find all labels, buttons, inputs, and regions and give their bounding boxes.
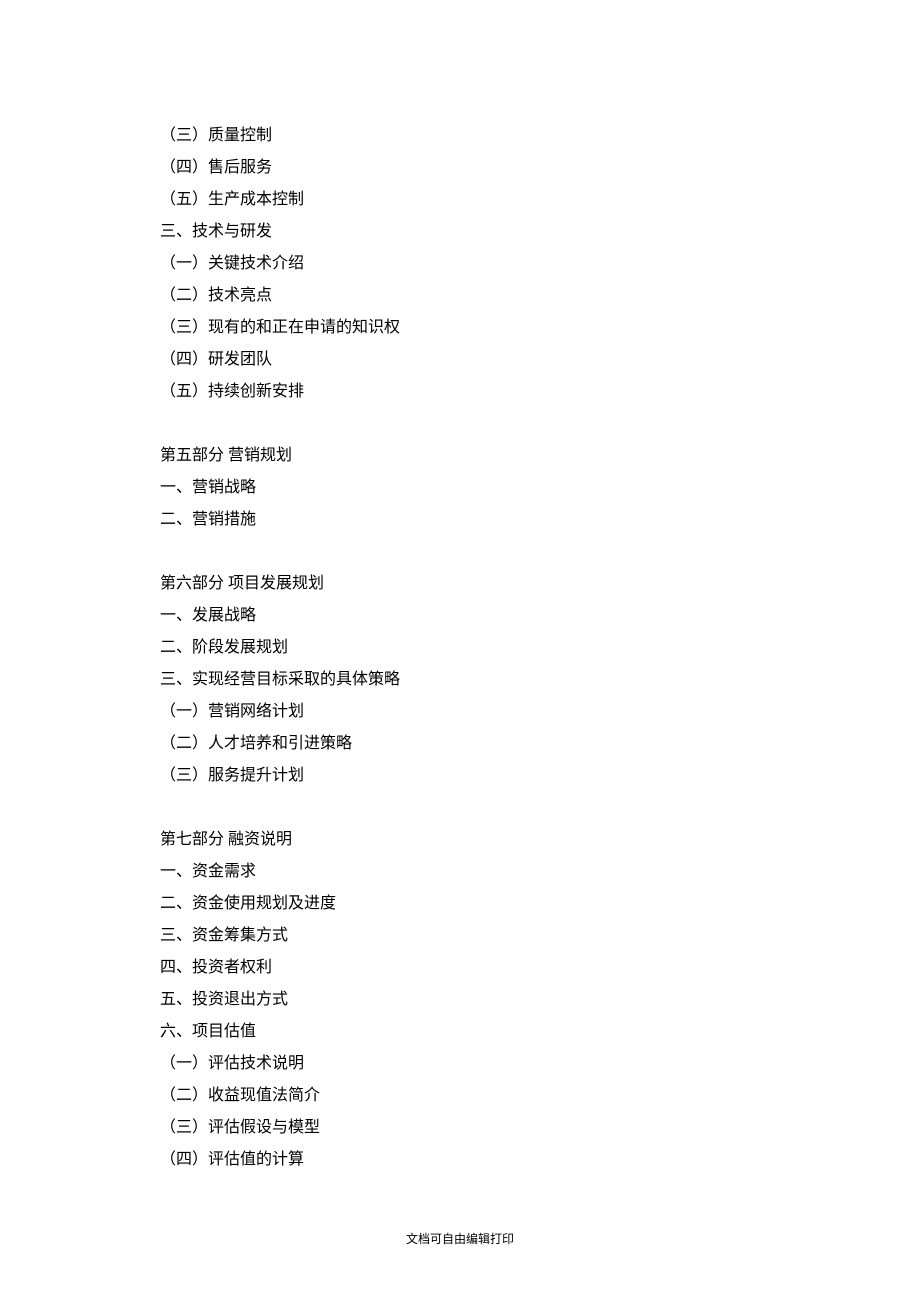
outline-item: （三）服务提升计划	[160, 760, 760, 792]
outline-item: 一、发展战略	[160, 600, 760, 632]
outline-item: 一、营销战略	[160, 472, 760, 504]
page-footer: 文档可自由编辑打印	[0, 1230, 920, 1247]
outline-item: （二）技术亮点	[160, 280, 760, 312]
section-heading: 第六部分 项目发展规划	[160, 568, 760, 600]
document-content: （三）质量控制 （四）售后服务 （五）生产成本控制 三、技术与研发 （一）关键技…	[160, 120, 760, 1176]
section-heading: 第七部分 融资说明	[160, 824, 760, 856]
outline-item: 六、项目估值	[160, 1016, 760, 1048]
outline-item: （三）现有的和正在申请的知识权	[160, 312, 760, 344]
outline-item: 三、资金筹集方式	[160, 920, 760, 952]
blank-line	[160, 536, 760, 568]
outline-item: （一）评估技术说明	[160, 1048, 760, 1080]
outline-item: 二、资金使用规划及进度	[160, 888, 760, 920]
outline-item: 一、资金需求	[160, 856, 760, 888]
outline-item: 三、实现经营目标采取的具体策略	[160, 664, 760, 696]
outline-item: （五）持续创新安排	[160, 376, 760, 408]
outline-item: 二、阶段发展规划	[160, 632, 760, 664]
outline-item: （五）生产成本控制	[160, 184, 760, 216]
outline-item: （三）评估假设与模型	[160, 1112, 760, 1144]
outline-item: 二、营销措施	[160, 504, 760, 536]
outline-item: （四）研发团队	[160, 344, 760, 376]
blank-line	[160, 408, 760, 440]
outline-item: 四、投资者权利	[160, 952, 760, 984]
outline-item: （二）收益现值法简介	[160, 1080, 760, 1112]
outline-item: （一）关键技术介绍	[160, 248, 760, 280]
section-heading: 第五部分 营销规划	[160, 440, 760, 472]
blank-line	[160, 792, 760, 824]
outline-item: （四）售后服务	[160, 152, 760, 184]
outline-item: 三、技术与研发	[160, 216, 760, 248]
outline-item: （二）人才培养和引进策略	[160, 728, 760, 760]
outline-item: （一）营销网络计划	[160, 696, 760, 728]
outline-item: （四）评估值的计算	[160, 1144, 760, 1176]
outline-item: 五、投资退出方式	[160, 984, 760, 1016]
outline-item: （三）质量控制	[160, 120, 760, 152]
